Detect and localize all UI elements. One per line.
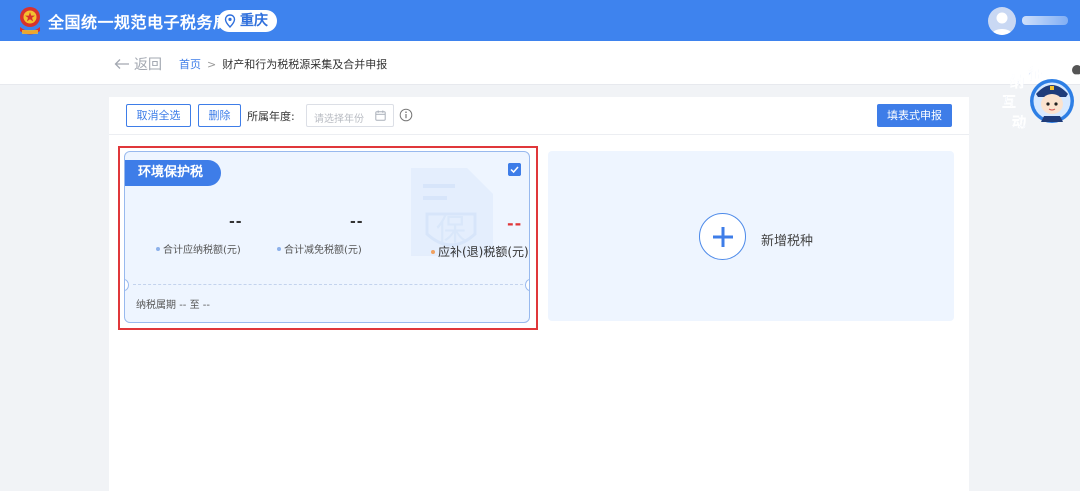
avatar-icon[interactable] [988, 7, 1016, 35]
user-name-blurred[interactable] [1022, 16, 1068, 25]
add-tax-type-card[interactable]: 新增税种 [548, 151, 954, 321]
tax-period-label: 纳税属期 [136, 300, 176, 311]
card-notch-left [125, 279, 129, 291]
refund-value: -- [507, 214, 523, 233]
calendar-icon [375, 110, 386, 121]
top-navbar: 全国统一规范电子税务局 重庆 [0, 0, 1080, 41]
bullet-dot [277, 247, 281, 251]
card-divider [133, 284, 523, 285]
year-placeholder: 请选择年份 [314, 114, 364, 125]
total-reduction-value: -- [350, 214, 364, 230]
breadcrumb-current: 财产和行为税税源采集及合并申报 [222, 58, 388, 71]
breadcrumb-separator: > [207, 58, 217, 71]
year-picker-input[interactable]: 请选择年份 [306, 104, 394, 127]
mascot-icon[interactable]: 纳 征 互 动 [998, 64, 1076, 138]
back-label: 返回 [134, 57, 162, 73]
region-selector[interactable]: 重庆 [218, 10, 277, 32]
tax-type-tag: 环境保护税 [125, 160, 222, 186]
bullet-dot [156, 247, 160, 251]
refund-label: 应补(退)税额(元) [431, 243, 529, 260]
emblem-icon [20, 7, 40, 35]
close-icon[interactable] [1072, 65, 1080, 76]
site-title: 全国统一规范电子税务局 [48, 13, 230, 32]
delete-button[interactable]: 删除 [198, 104, 241, 127]
total-reduction-label: 合计减免税额(元) [277, 241, 362, 256]
breadcrumb-home-link[interactable]: 首页 [179, 58, 201, 71]
breadcrumb-bar: 返回 首页 > 财产和行为税税源采集及合并申报 [0, 41, 1080, 85]
tax-card-environmental[interactable]: 保 环境保护税 -- 合计应纳税额(元) -- 合计减免税额(元) -- 应补(… [124, 151, 530, 323]
tax-period-value: -- 至 -- [179, 300, 210, 311]
mascot-text-0: 征 [1028, 66, 1042, 83]
toolbar-divider [109, 134, 969, 135]
breadcrumb: 首页 > 财产和行为税税源采集及合并申报 [179, 56, 387, 72]
mascot-text-1: 纳 [1010, 74, 1024, 91]
location-pin-icon [224, 14, 236, 28]
back-button[interactable]: 返回 [114, 54, 162, 74]
info-icon[interactable] [399, 108, 413, 122]
fill-form-declare-button[interactable]: 填表式申报 [877, 104, 952, 127]
bullet-dot [431, 250, 435, 254]
year-label: 所属年度: [247, 110, 295, 123]
back-arrow-icon [114, 59, 129, 69]
mascot-text-2: 互 [1002, 95, 1016, 111]
deselect-all-button[interactable]: 取消全选 [126, 104, 191, 127]
card-notch-right [525, 279, 529, 291]
total-payable-label: 合计应纳税额(元) [156, 241, 241, 256]
mascot-text-3: 动 [1012, 114, 1026, 131]
plus-icon[interactable] [699, 213, 746, 260]
checkbox-checked-icon[interactable] [508, 163, 521, 176]
region-name: 重庆 [240, 13, 268, 29]
add-tax-type-label: 新增税种 [761, 234, 814, 249]
tax-period: 纳税属期 -- 至 -- [136, 296, 210, 311]
total-payable-value: -- [229, 214, 243, 230]
